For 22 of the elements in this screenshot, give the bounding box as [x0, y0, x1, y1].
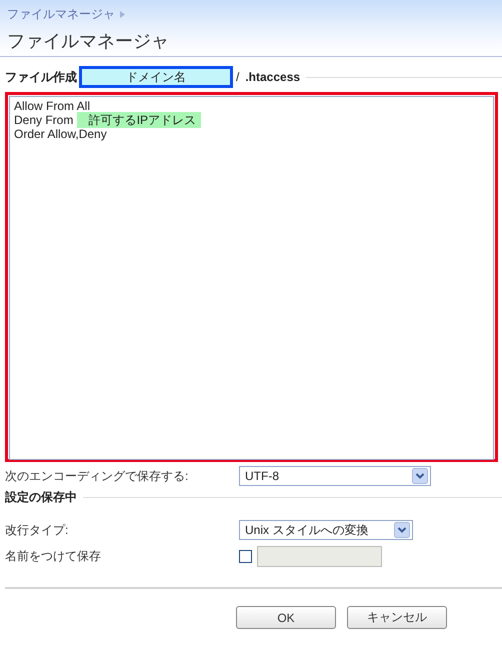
file-create-label: ファイル作成 — [5, 68, 77, 86]
ip-address-placeholder: 許可するIPアドレス — [76, 112, 202, 128]
dialog-button[interactable]: OK — [236, 606, 336, 629]
file-name: .htaccess — [245, 70, 300, 84]
dialog-button[interactable]: キャンセル — [347, 606, 447, 629]
domain-field[interactable]: ドメイン名 — [79, 66, 233, 88]
path-separator: / — [236, 70, 240, 84]
section-title: 設定の保存中 — [5, 489, 77, 506]
code-line: Allow From All — [14, 99, 90, 113]
page-title: ファイルマネージャ — [7, 30, 170, 53]
encoding-select[interactable]: UTF-8 — [239, 466, 431, 486]
text-editor[interactable]: Allow From All Deny From 許可するIPアドレス Order Allow,Deny — [9, 96, 494, 460]
file-name-field[interactable] — [257, 546, 382, 567]
breadcrumb-link[interactable]: ファイルマネージャ — [7, 6, 115, 23]
line-break-label: 改行タイプ: — [5, 522, 70, 538]
encoding-label: 次のエンコーディングで保存する: — [5, 468, 190, 484]
code-line: Deny From — [14, 113, 74, 127]
arrow-right-icon — [120, 11, 125, 18]
save-as-label: 名前をつけて保存 — [5, 548, 102, 565]
save-as-checkbox[interactable] — [239, 550, 252, 563]
line-break-select[interactable]: Unix スタイルへの変換 — [239, 520, 413, 540]
code-line: Order Allow,Deny — [14, 127, 107, 141]
